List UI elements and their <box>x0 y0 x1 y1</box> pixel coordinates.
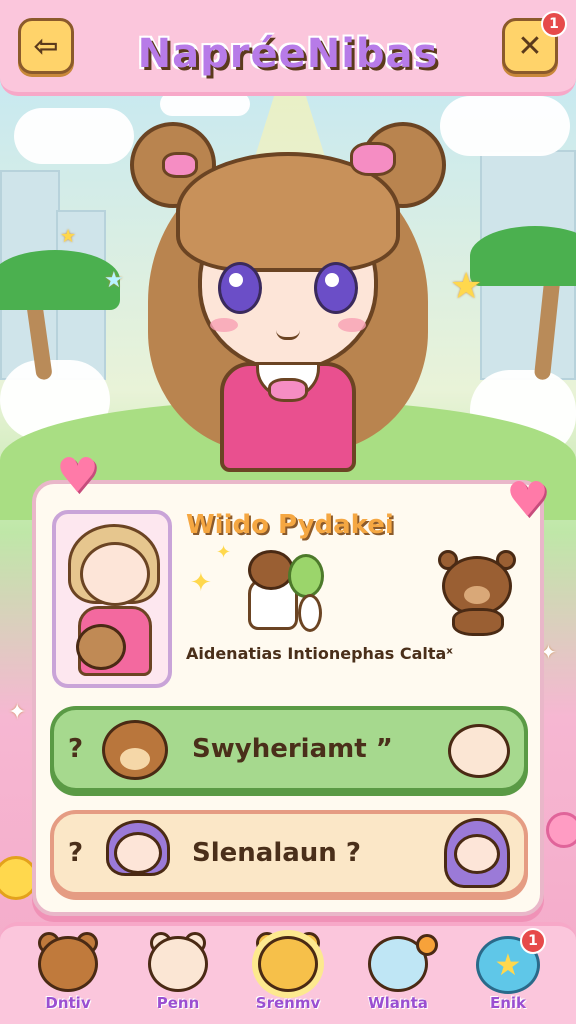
bunny-avatar-icon <box>446 716 514 782</box>
collar-bow-icon <box>268 378 308 402</box>
nav-label: Srenmv <box>255 994 321 1012</box>
bear-body <box>452 608 504 636</box>
character-eye-left <box>218 262 262 314</box>
companion-cleaning-bear[interactable] <box>236 544 336 634</box>
option-label: Slenalaun ? <box>192 838 361 868</box>
nav-item-bunny[interactable]: Penn <box>126 932 230 1024</box>
palm-leaves <box>0 250 120 310</box>
character-portrait[interactable] <box>52 510 172 688</box>
back-button[interactable]: ⇦ <box>18 18 74 74</box>
option-button-1[interactable]: ? Swyheriamt ” <box>50 706 528 792</box>
nav-label: Wlanta <box>368 994 428 1012</box>
main-character[interactable] <box>128 112 448 472</box>
flower-icon <box>546 812 576 848</box>
option-label: Swyheriamt ” <box>192 734 393 764</box>
star-icon: ★ <box>60 226 77 247</box>
fox-snout <box>120 748 150 770</box>
hair-bow-icon <box>350 142 396 176</box>
sparkle-icon: ✦ <box>216 542 232 563</box>
portrait-face <box>80 542 150 606</box>
option-prefix: ? <box>68 734 84 764</box>
portrait-teddy-bear <box>76 624 126 670</box>
avatar-face <box>454 834 500 874</box>
notification-badge: 1 <box>520 928 546 954</box>
star-icon: ★ <box>450 266 483 307</box>
nav-item-star[interactable]: ★ 1 Enik <box>456 928 560 1024</box>
balloon-icon <box>416 934 438 956</box>
option-prefix: ? <box>68 838 84 868</box>
heart-icon: ♥ <box>56 448 100 504</box>
fox-avatar-icon <box>98 714 172 784</box>
character-blush <box>210 318 238 332</box>
cloud <box>440 96 570 156</box>
bunny-icon <box>148 936 208 992</box>
character-eye-right <box>314 262 358 314</box>
star-icon: ★ <box>104 268 124 293</box>
character-info-panel: ♥ ♥ Wiido Pydakei ✦ ✦ Aidenatias Intione… <box>32 448 549 916</box>
palm-leaves <box>470 226 576 286</box>
game-title: NapréeNibas <box>137 31 439 77</box>
character-blush <box>338 318 366 332</box>
avatar-face <box>114 832 162 874</box>
notification-badge: 1 <box>541 11 567 37</box>
close-button[interactable]: ✕ 1 <box>502 11 567 74</box>
bear-snout <box>464 586 490 604</box>
nav-label: Dntiv <box>45 994 91 1012</box>
sparkle-icon: ✦ <box>8 700 27 725</box>
girl-avatar-icon-2 <box>438 814 518 894</box>
bunny-face <box>448 724 510 778</box>
back-arrow-icon: ⇦ <box>33 28 59 64</box>
girl-avatar-icon <box>98 816 178 890</box>
character-name: Wiido Pydakei <box>186 510 394 540</box>
nav-item-seal[interactable]: Wlanta <box>346 932 450 1024</box>
fox-icon <box>38 936 98 992</box>
sparkle-icon: ✦ <box>190 568 212 598</box>
bear-icon <box>258 936 318 992</box>
companion-bear-head <box>248 550 294 590</box>
spray-bottle-icon <box>298 594 322 632</box>
broom-icon <box>288 554 324 598</box>
nav-item-fox[interactable]: Dntiv <box>16 932 120 1024</box>
close-x-icon: ✕ <box>517 28 543 64</box>
companion-bear[interactable] <box>434 546 522 636</box>
bottom-navigation: Dntiv Penn Srenmv Wlanta ★ 1 Enik <box>0 922 576 1024</box>
nav-item-bear[interactable]: Srenmv <box>236 932 340 1024</box>
cloud <box>14 108 134 164</box>
hair-bow-icon <box>162 152 198 178</box>
option-button-2[interactable]: ? Slenalaun ? <box>50 810 528 896</box>
nav-label: Enik <box>489 994 527 1012</box>
nav-label: Penn <box>156 994 200 1012</box>
character-description: Aidenatias Intionephas Caltaˣ <box>186 644 453 663</box>
